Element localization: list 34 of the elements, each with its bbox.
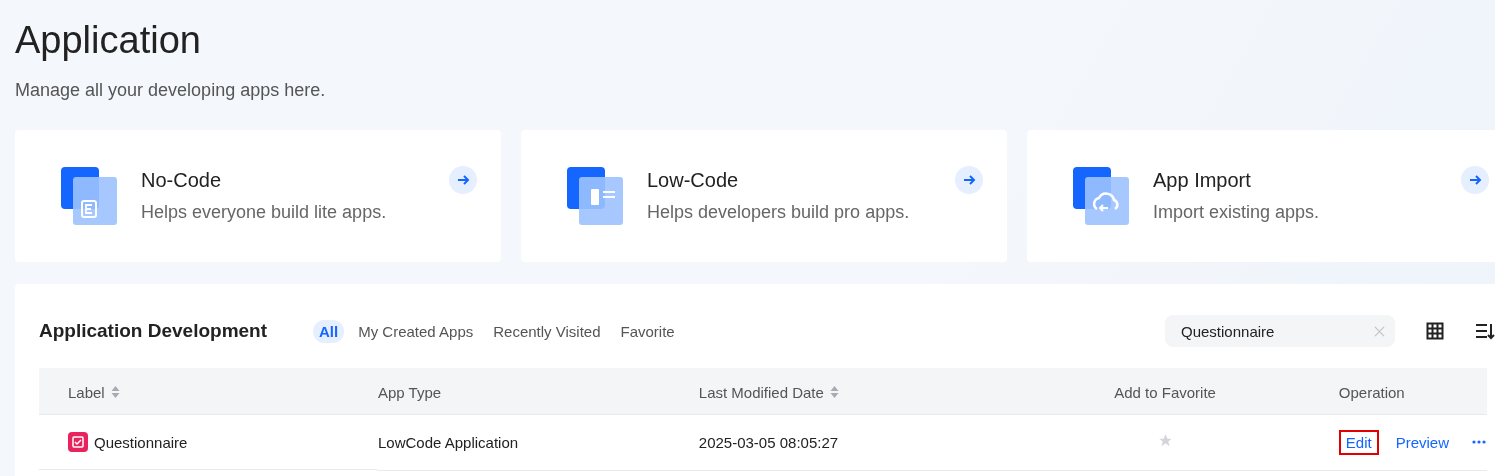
app-type-card[interactable]: App Import Import existing apps. (1027, 130, 1495, 262)
page-subtitle: Manage all your developing apps here. (15, 79, 327, 102)
filter-tab[interactable]: Favorite (614, 319, 681, 343)
table-cell: Questionnaire (94, 433, 188, 451)
card-description: Helps everyone build lite apps. (141, 202, 388, 223)
filter-tab[interactable]: All (313, 319, 345, 343)
column-header: Operation (1338, 383, 1405, 401)
action-link[interactable]: Preview (1388, 429, 1456, 455)
card-title: App Import (1153, 168, 1252, 193)
section-title: Application Development (39, 320, 269, 342)
card-title: Low-Code (647, 168, 740, 193)
arrow-right-icon[interactable] (1461, 166, 1489, 194)
calendar-icon (68, 432, 88, 452)
filter-tab[interactable]: Recently Visited (487, 319, 607, 343)
column-header: App Type (378, 383, 442, 401)
filter-tab[interactable]: My Created Apps (352, 319, 480, 343)
column-header: Add to Favorite (1114, 383, 1216, 401)
app-type-card[interactable]: Low-Code Helps developers build pro apps. (521, 130, 1007, 262)
arrow-right-icon[interactable] (955, 166, 983, 194)
more-icon[interactable] (1472, 440, 1486, 445)
table-cell: LowCode Application (378, 433, 519, 451)
app-type-card[interactable]: No-Code Helps everyone build lite apps. (15, 130, 501, 262)
page-title: Application (15, 18, 202, 63)
column-header: Label (68, 383, 105, 401)
card-title: No-Code (141, 168, 223, 193)
arrow-right-icon[interactable] (449, 166, 477, 194)
card-description: Helps developers build pro apps. (647, 202, 911, 223)
column-header: Last Modified Date (698, 383, 824, 401)
sort-list-icon[interactable] (1475, 322, 1495, 340)
grid-view-icon[interactable] (1425, 322, 1445, 340)
action-link[interactable]: Edit (1338, 429, 1379, 455)
table-cell: 2025-03-05 08:05:27 (698, 433, 839, 451)
search-field[interactable]: Questionnaire (1165, 315, 1395, 347)
card-description: Import existing apps. (1153, 202, 1321, 223)
